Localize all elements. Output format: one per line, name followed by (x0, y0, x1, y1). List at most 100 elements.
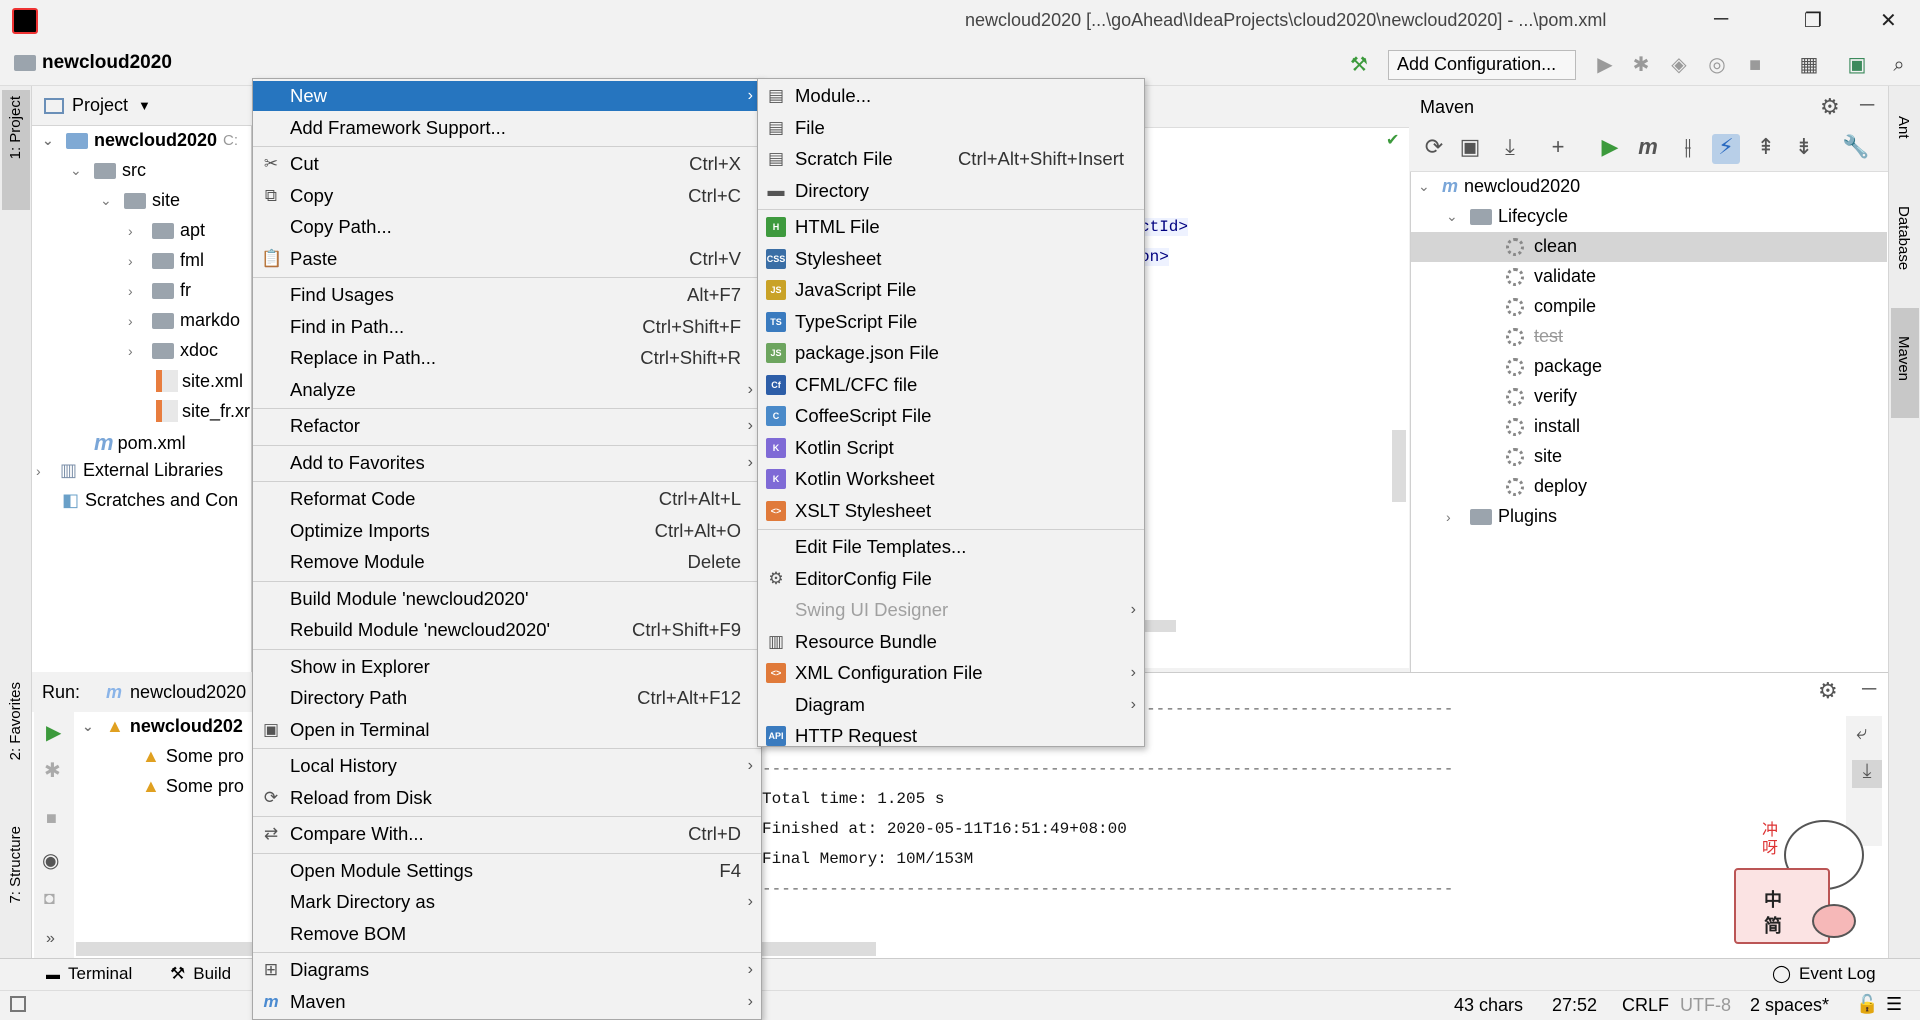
coverage-icon[interactable]: ◈ (1666, 52, 1692, 78)
stop-icon[interactable]: ■ (46, 808, 57, 829)
new-item-coffeescript-file[interactable]: C CoffeeScript File (758, 401, 1144, 431)
download-icon[interactable]: ⤓ (1496, 134, 1524, 164)
chevron-down-icon[interactable]: ⌄ (1446, 208, 1460, 225)
file-encoding[interactable]: UTF-8 (1680, 995, 1731, 1016)
scroll-to-end-icon[interactable]: ⤓ (1852, 760, 1882, 788)
new-item-xslt-stylesheet[interactable]: <> XSLT Stylesheet (758, 496, 1144, 526)
maven-goal-site[interactable]: site (1506, 446, 1562, 467)
status-toggle-icon[interactable] (10, 996, 26, 1012)
caret-position[interactable]: 27:52 (1552, 995, 1597, 1016)
new-item-resource-bundle[interactable]: ▥ Resource Bundle (758, 627, 1144, 657)
debug-icon[interactable]: ✱ (44, 758, 61, 783)
chevron-right-icon[interactable]: › (1446, 509, 1460, 525)
menu-item-remove-bom[interactable]: Remove BOM (253, 919, 761, 949)
menu-item-directory-path[interactable]: Directory Path Ctrl+Alt+F12 (253, 683, 761, 713)
new-item-directory[interactable]: ▬ Directory (758, 176, 1144, 206)
menu-item-open-module-settings[interactable]: Open Module Settings F4 (253, 856, 761, 886)
menu-item-copy-path[interactable]: Copy Path... (253, 212, 761, 242)
maven-goal-verify[interactable]: verify (1506, 386, 1577, 407)
maven-goal-validate[interactable]: validate (1506, 266, 1596, 287)
notifications-icon[interactable]: ☰ (1886, 994, 1902, 1015)
search-icon[interactable]: ⌕ (1886, 52, 1912, 78)
chevron-right-icon[interactable]: › (36, 463, 50, 479)
new-item-diagram[interactable]: Diagram › (758, 690, 1144, 720)
new-item-edit-file-templates[interactable]: Edit File Templates... (758, 532, 1144, 562)
project-tree-item[interactable]: ⌄ src (70, 160, 146, 181)
new-item-swing-ui-designer[interactable]: Swing UI Designer › (758, 595, 1144, 625)
menu-item-reformat-code[interactable]: Reformat Code Ctrl+Alt+L (253, 484, 761, 514)
run-anything-icon[interactable]: ▣ (1844, 52, 1870, 78)
chevron-right-icon[interactable]: › (128, 313, 142, 329)
add-configuration-button[interactable]: Add Configuration... (1388, 50, 1576, 80)
maven-goal-icon[interactable]: m (1634, 134, 1662, 164)
build-hammer-icon[interactable]: ⚒ (1346, 52, 1372, 78)
menu-item-diagrams[interactable]: ⊞ Diagrams › (253, 955, 761, 985)
event-log-tab[interactable]: ◯ Event Log (1772, 964, 1876, 984)
database-tool-tab[interactable]: Database (1895, 206, 1912, 270)
editor-scrollbar[interactable] (1392, 430, 1406, 502)
project-tree-item[interactable]: › apt (128, 220, 205, 241)
new-item-kotlin-script[interactable]: K Kotlin Script (758, 433, 1144, 463)
new-item-kotlin-worksheet[interactable]: K Kotlin Worksheet (758, 464, 1144, 494)
menu-item-compare-with[interactable]: ⇄ Compare With... Ctrl+D (253, 819, 761, 849)
toggle-offline-icon[interactable]: ⫲ (1674, 134, 1702, 164)
project-tree-item[interactable]: › fr (128, 280, 191, 301)
chevron-down-icon[interactable]: ▼ (138, 98, 151, 113)
menu-item-mark-directory-as[interactable]: Mark Directory as › (253, 887, 761, 917)
new-item-scratch-file[interactable]: ▤ Scratch File Ctrl+Alt+Shift+Insert (758, 144, 1144, 174)
run-tree-item[interactable]: ▲ Some pro (142, 746, 244, 767)
menu-item-refactor[interactable]: Refactor › (253, 411, 761, 441)
chevron-right-icon[interactable]: › (128, 283, 142, 299)
project-tree-item[interactable]: › fml (128, 250, 204, 271)
chevron-right-icon[interactable]: › (128, 343, 142, 359)
menu-item-rebuild-module-newcloud2020[interactable]: Rebuild Module 'newcloud2020' Ctrl+Shift+… (253, 615, 761, 645)
project-tree-item[interactable]: › xdoc (128, 340, 218, 361)
eye-icon[interactable]: ◉ (42, 848, 59, 873)
project-tree-item[interactable]: ◧ Scratches and Con (62, 490, 238, 511)
menu-item-reload-from-disk[interactable]: ⟳ Reload from Disk (253, 783, 761, 813)
run-tree-item[interactable]: ▲ Some pro (142, 776, 244, 797)
profile-icon[interactable]: ◎ (1704, 52, 1730, 78)
menu-item-find-in-path[interactable]: Find in Path... Ctrl+Shift+F (253, 312, 761, 342)
menu-item-find-usages[interactable]: Find Usages Alt+F7 (253, 280, 761, 310)
maven-root[interactable]: ⌄ m newcloud2020 (1418, 176, 1580, 197)
new-item-module[interactable]: ▤ Module... (758, 81, 1144, 111)
maven-goal-deploy[interactable]: deploy (1506, 476, 1587, 497)
new-item-typescript-file[interactable]: TS TypeScript File (758, 307, 1144, 337)
project-tree-item[interactable]: m pom.xml (94, 430, 186, 456)
menu-item-copy[interactable]: ⧉ Copy Ctrl+C (253, 181, 761, 211)
maven-tool-tab[interactable]: Maven (1895, 336, 1912, 381)
line-separator[interactable]: CRLF (1622, 995, 1669, 1016)
rerun-icon[interactable]: ▶ (46, 720, 61, 745)
maven-goal-test[interactable]: test (1506, 326, 1563, 347)
chevron-down-icon[interactable]: ⌄ (70, 162, 84, 179)
project-panel-title[interactable]: Project (72, 95, 128, 116)
run-icon[interactable]: ▶ (1596, 134, 1624, 164)
collapse-all-icon[interactable]: ⇟ (1790, 134, 1818, 164)
restore-icon[interactable]: ❐ (1804, 8, 1822, 33)
hide-panel-icon[interactable]: ─ (1860, 94, 1874, 117)
menu-item-optimize-imports[interactable]: Optimize Imports Ctrl+Alt+O (253, 516, 761, 546)
maven-plugins[interactable]: › Plugins (1446, 506, 1557, 527)
new-item-stylesheet[interactable]: CSS Stylesheet (758, 244, 1144, 274)
maven-lifecycle[interactable]: ⌄ Lifecycle (1446, 206, 1568, 227)
menu-item-add-framework-support[interactable]: Add Framework Support... (253, 113, 761, 143)
maven-goal-clean[interactable]: clean (1506, 236, 1577, 257)
more-icon[interactable]: » (46, 930, 55, 948)
reload-icon[interactable]: ⟳ (1420, 134, 1448, 164)
structure-tool-tab[interactable]: 7: Structure (7, 826, 24, 904)
run-tab[interactable]: newcloud2020 (130, 682, 246, 703)
favorites-tool-tab[interactable]: 2: Favorites (7, 682, 24, 760)
new-item-file[interactable]: ▤ File (758, 113, 1144, 143)
maven-goal-package[interactable]: package (1506, 356, 1602, 377)
new-item-html-file[interactable]: H HTML File (758, 212, 1144, 242)
menu-item-cut[interactable]: ✂ Cut Ctrl+X (253, 149, 761, 179)
run-tree-root[interactable]: ⌄ ▲ newcloud202 (82, 716, 243, 737)
skip-tests-icon[interactable]: ⚡ (1712, 134, 1740, 164)
debug-icon[interactable]: ✱ (1628, 52, 1654, 78)
chevron-down-icon[interactable]: ⌄ (42, 132, 56, 149)
ant-tool-tab[interactable]: Ant (1895, 116, 1912, 139)
generate-sources-icon[interactable]: ▣ (1456, 134, 1484, 164)
chevron-down-icon[interactable]: ⌄ (1418, 178, 1432, 195)
chevron-down-icon[interactable]: ⌄ (100, 192, 114, 209)
